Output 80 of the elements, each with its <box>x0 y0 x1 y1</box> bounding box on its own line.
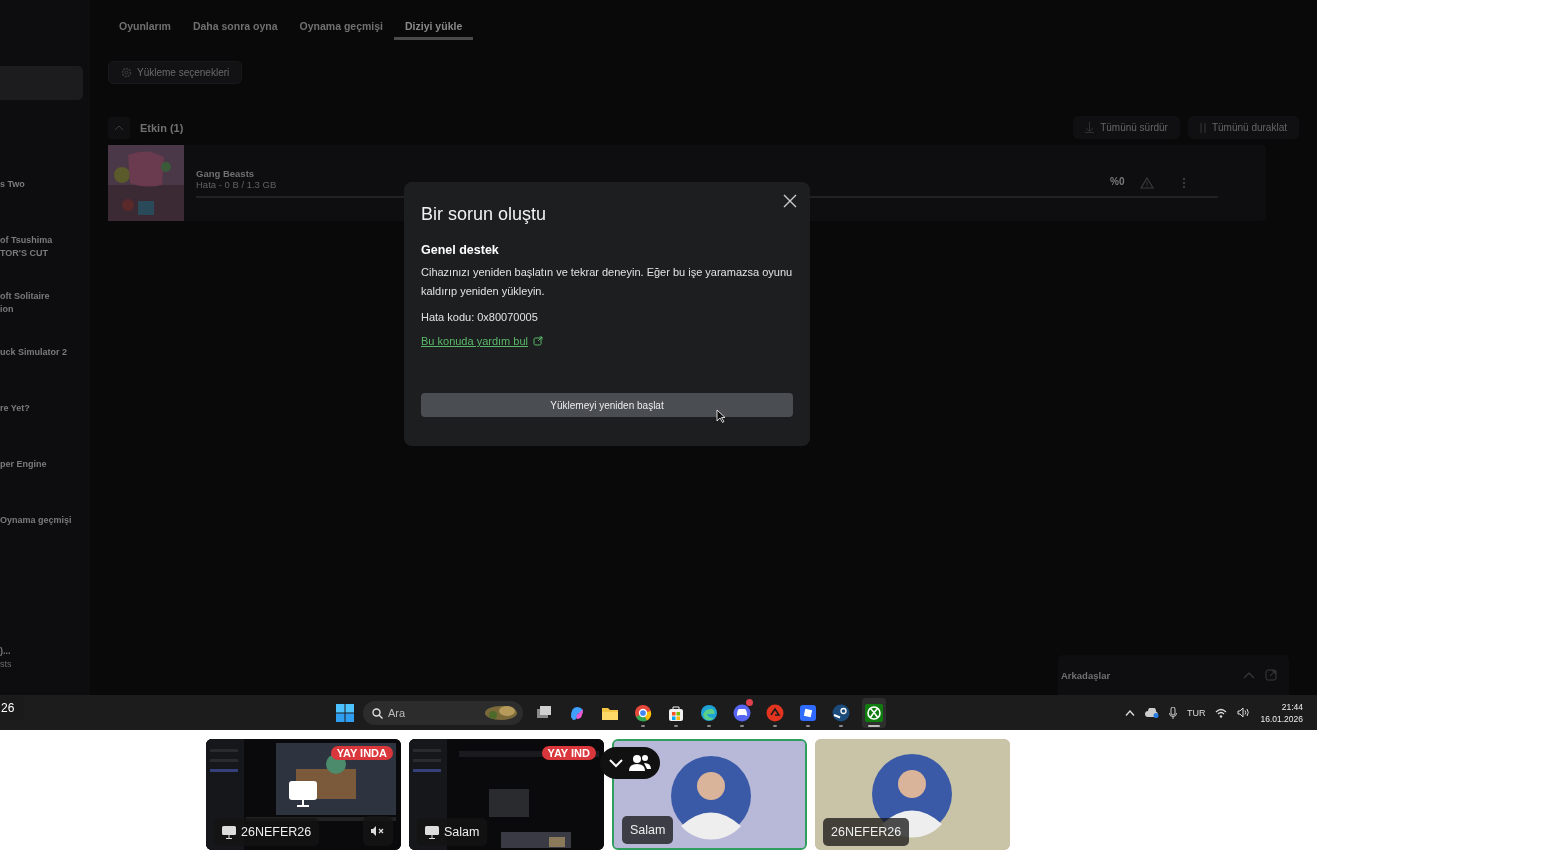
monitor-icon <box>289 781 317 807</box>
participant-name: Salam <box>622 816 674 844</box>
sidebar-item[interactable]: )... <box>0 645 90 658</box>
tab[interactable]: Oynama geçmişi <box>288 0 395 40</box>
running-indicator <box>707 724 711 727</box>
round-knob-icon[interactable] <box>831 702 851 723</box>
options-button[interactable]: Yükleme seçenekleri <box>108 61 243 84</box>
live-badge: YAY IND <box>541 746 596 760</box>
sidebar-item[interactable]: s Two <box>0 178 90 191</box>
running-indicator <box>839 724 843 727</box>
dialog-message: Cihazınızı yeniden başlatın ve tekrar deneyin. Eğer bu işe yaramazsa oyunu kaldırıp yeniden yükleyin. <box>421 265 793 299</box>
warning-icon <box>1140 177 1155 189</box>
cloud-icon[interactable] <box>1144 707 1159 718</box>
round-logo-icon[interactable] <box>765 702 785 723</box>
language-indicator[interactable]: TUR <box>1186 707 1206 718</box>
close-button[interactable] <box>782 194 798 210</box>
clock-date[interactable]: 16.01.2026 <box>1260 712 1303 725</box>
participant-tile[interactable]: YAY IND Salam <box>409 739 604 850</box>
participant-tile[interactable]: YAY INDA 26NEFER26 <box>206 739 401 850</box>
tab[interactable]: Diziyi yükle <box>394 0 474 40</box>
chevron-down-icon[interactable] <box>609 758 623 768</box>
game-title: Gang Beasts <box>196 168 255 179</box>
running-indicator <box>740 724 744 727</box>
people-icon[interactable] <box>629 754 651 772</box>
restart-install-button[interactable]: Yüklemeyi yeniden başlat <box>421 393 793 417</box>
download-icon <box>1085 122 1095 133</box>
wave-logo-icon[interactable] <box>699 702 719 723</box>
square-logo-icon[interactable] <box>798 702 818 723</box>
muted-speaker-icon <box>370 825 386 837</box>
running-indicator <box>773 724 777 727</box>
tab[interactable]: Oyunlarım <box>108 0 182 40</box>
controller-logo-icon[interactable] <box>732 702 752 723</box>
search-icon <box>372 707 383 719</box>
monitor-icon <box>222 825 236 839</box>
monitor-icon <box>425 825 439 839</box>
error-code: Hata kodu: 0x80070005 <box>421 311 539 323</box>
search-field[interactable]: Ara <box>363 700 523 725</box>
friends-title: Arkadaşlar <box>1061 669 1111 681</box>
action-button[interactable]: Tümünü duraklat <box>1187 116 1299 139</box>
sidebar-item[interactable]: oft Solitaire <box>0 290 90 303</box>
help-link[interactable]: Bu konuda yardım bul <box>421 335 543 347</box>
wifi-icon[interactable] <box>1215 707 1228 718</box>
running-indicator <box>806 724 810 727</box>
running-indicator <box>641 724 645 727</box>
participant-name: Salam <box>417 818 488 846</box>
sphere-logo-icon[interactable] <box>864 702 884 723</box>
action-button[interactable]: Tümünü sürdür <box>1073 116 1180 139</box>
external-link-icon <box>533 336 543 346</box>
sidebar-item[interactable]: Oynama geçmişi <box>0 514 90 527</box>
microphone-icon[interactable] <box>1168 706 1177 719</box>
percent-label: %0 <box>1110 175 1125 187</box>
live-badge: YAY INDA <box>330 746 393 760</box>
dialog-title: Bir sorun oluştu <box>421 204 548 225</box>
chevron-up-icon <box>114 124 124 131</box>
section-title: Etkin (1) <box>140 121 184 134</box>
speaker-icon[interactable] <box>1237 707 1251 718</box>
running-indicator <box>868 724 880 727</box>
close-icon <box>783 194 797 208</box>
download-status: Hata - 0 B / 1.3 GB <box>196 179 277 190</box>
sidebar-item[interactable]: ion <box>0 303 90 316</box>
ring-logo-icon[interactable] <box>633 702 653 723</box>
sidebar-item[interactable]: TOR'S CUT <box>0 247 90 260</box>
running-indicator <box>674 724 678 727</box>
tab[interactable]: Daha sonra oyna <box>181 0 289 40</box>
sidebar-subtitle: sts <box>0 658 13 671</box>
participant-name: 26NEFER26 <box>214 818 320 846</box>
gear-icon <box>121 67 132 78</box>
mute-button[interactable] <box>363 816 393 846</box>
sidebar-item[interactable]: re Yet? <box>0 402 90 415</box>
participant-tile[interactable]: Salam <box>612 739 807 850</box>
cursor-icon <box>716 409 726 423</box>
participant-tile[interactable]: 26NEFER26 <box>815 739 1010 850</box>
dialog-heading: Genel destek <box>421 243 500 257</box>
sidebar-item[interactable]: per Engine <box>0 458 90 471</box>
sidebar-item[interactable]: of Tsushima <box>0 234 90 247</box>
notification-dot <box>746 698 753 706</box>
sidebar-item[interactable]: uck Simulator 2 <box>0 346 90 359</box>
four-squares-icon[interactable] <box>336 703 354 722</box>
participant-name: 26NEFER26 <box>823 818 910 846</box>
clock-time[interactable]: 21:44 <box>1281 700 1303 713</box>
